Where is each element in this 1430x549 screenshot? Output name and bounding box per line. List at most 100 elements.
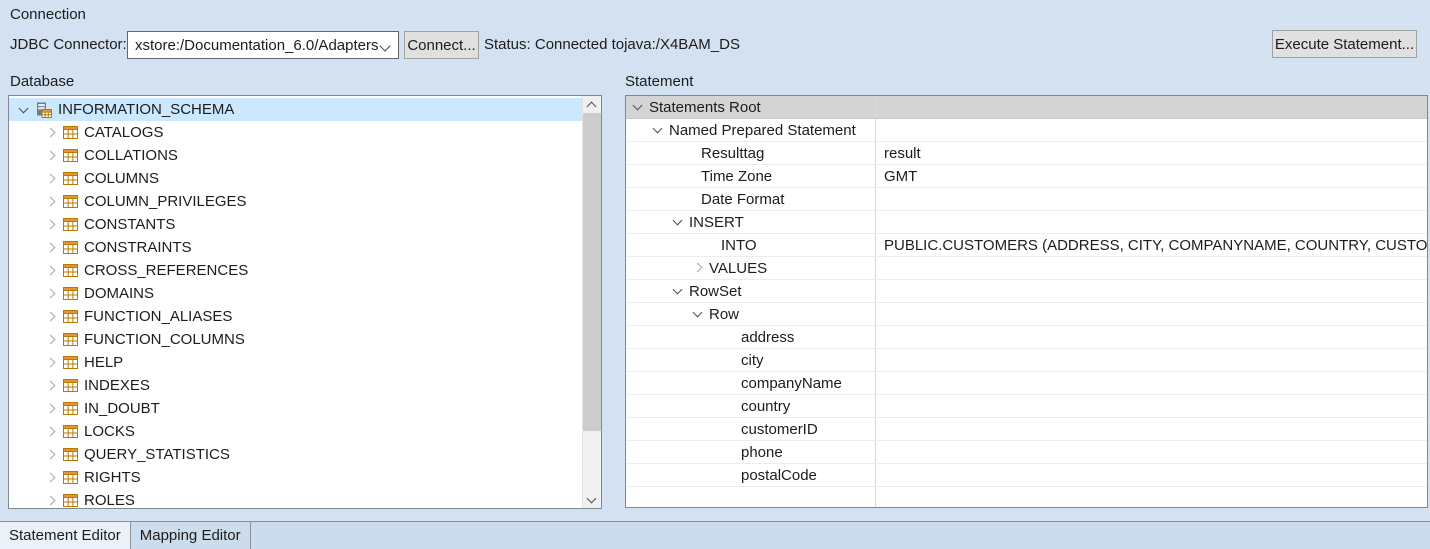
db-table-item[interactable]: INDEXES <box>9 374 583 397</box>
connect-button[interactable]: Connect... <box>404 31 479 59</box>
stmt-row-postalcode[interactable]: postalCode <box>626 464 1427 487</box>
stmt-row-country[interactable]: country <box>626 395 1427 418</box>
stmt-value[interactable] <box>876 372 1427 394</box>
chevron-right-icon[interactable] <box>44 149 58 163</box>
db-table-label: CATALOGS <box>84 124 163 141</box>
stmt-row-address[interactable]: address <box>626 326 1427 349</box>
chevron-right-icon[interactable] <box>44 241 58 255</box>
stmt-row-values[interactable]: VALUES <box>626 257 1427 280</box>
scrollbar-thumb[interactable] <box>583 113 601 431</box>
chevron-right-icon[interactable] <box>44 218 58 232</box>
db-table-item[interactable]: CATALOGS <box>9 121 583 144</box>
stmt-row-insert[interactable]: INSERT <box>626 211 1427 234</box>
chevron-right-icon[interactable] <box>44 195 58 209</box>
db-table-item[interactable]: COLUMN_PRIVILEGES <box>9 190 583 213</box>
scrollbar-down-icon[interactable] <box>583 491 601 508</box>
stmt-row-named-prepared-statement[interactable]: Named Prepared Statement <box>626 119 1427 142</box>
stmt-value[interactable] <box>876 303 1427 325</box>
db-table-item[interactable]: QUERY_STATISTICS <box>9 443 583 466</box>
db-table-item[interactable]: CONSTANTS <box>9 213 583 236</box>
stmt-value[interactable] <box>876 418 1427 440</box>
chevron-right-icon[interactable] <box>44 333 58 347</box>
db-table-label: FUNCTION_COLUMNS <box>84 331 245 348</box>
stmt-row-customerid[interactable]: customerID <box>626 418 1427 441</box>
db-table-label: CROSS_REFERENCES <box>84 262 248 279</box>
stmt-row-companyname[interactable]: companyName <box>626 372 1427 395</box>
chevron-down-icon[interactable] <box>631 100 645 114</box>
chevron-right-icon[interactable] <box>44 448 58 462</box>
stmt-label: Time Zone <box>701 168 772 185</box>
connection-status-text: Status: Connected tojava:/X4BAM_DS <box>484 31 740 59</box>
chevron-down-icon[interactable] <box>671 215 685 229</box>
stmt-value[interactable] <box>876 257 1427 279</box>
stmt-row-city[interactable]: city <box>626 349 1427 372</box>
chevron-right-icon[interactable] <box>691 261 705 275</box>
chevron-right-icon[interactable] <box>44 494 58 508</box>
table-icon <box>63 310 78 323</box>
stmt-label: VALUES <box>709 260 767 277</box>
stmt-value[interactable] <box>876 211 1427 233</box>
stmt-value[interactable] <box>876 441 1427 463</box>
chevron-right-icon[interactable] <box>44 471 58 485</box>
stmt-label: city <box>741 352 764 369</box>
chevron-down-icon[interactable] <box>651 123 665 137</box>
jdbc-connector-combo[interactable]: xstore:/Documentation_6.0/Adapters <box>127 31 399 59</box>
stmt-value[interactable] <box>876 280 1427 302</box>
chevron-right-icon[interactable] <box>44 172 58 186</box>
db-table-item[interactable]: CROSS_REFERENCES <box>9 259 583 282</box>
chevron-right-icon[interactable] <box>44 310 58 324</box>
stmt-value[interactable]: GMT <box>876 165 1427 187</box>
chevron-down-icon[interactable] <box>17 103 31 117</box>
db-table-item[interactable]: RIGHTS <box>9 466 583 489</box>
stmt-row-time-zone[interactable]: Time Zone GMT <box>626 165 1427 188</box>
stmt-value[interactable] <box>876 326 1427 348</box>
stmt-value[interactable] <box>876 395 1427 417</box>
stmt-row-date-format[interactable]: Date Format <box>626 188 1427 211</box>
vertical-scrollbar[interactable] <box>582 96 601 508</box>
database-panel-label: Database <box>10 73 74 90</box>
chevron-down-icon[interactable] <box>691 307 705 321</box>
stmt-value[interactable]: result <box>876 142 1427 164</box>
db-table-item[interactable]: DOMAINS <box>9 282 583 305</box>
db-table-item[interactable]: IN_DOUBT <box>9 397 583 420</box>
db-table-item[interactable]: HELP <box>9 351 583 374</box>
execute-statement-button[interactable]: Execute Statement... <box>1272 30 1417 58</box>
chevron-right-icon[interactable] <box>44 126 58 140</box>
chevron-right-icon[interactable] <box>44 264 58 278</box>
stmt-row-row[interactable]: Row <box>626 303 1427 326</box>
db-table-item[interactable]: CONSTRAINTS <box>9 236 583 259</box>
stmt-row-phone[interactable]: phone <box>626 441 1427 464</box>
stmt-row-statements-root[interactable]: Statements Root <box>626 96 1427 119</box>
table-icon <box>63 494 78 507</box>
stmt-value[interactable] <box>876 188 1427 210</box>
stmt-row-rowset[interactable]: RowSet <box>626 280 1427 303</box>
table-icon <box>63 471 78 484</box>
chevron-right-icon[interactable] <box>44 402 58 416</box>
chevron-right-icon[interactable] <box>44 356 58 370</box>
chevron-right-icon[interactable] <box>44 287 58 301</box>
db-schema-label: INFORMATION_SCHEMA <box>58 101 234 118</box>
scrollbar-up-icon[interactable] <box>583 96 601 113</box>
db-table-item[interactable]: COLUMNS <box>9 167 583 190</box>
db-table-label: CONSTANTS <box>84 216 175 233</box>
chevron-right-icon[interactable] <box>44 379 58 393</box>
table-icon <box>63 149 78 162</box>
db-table-item[interactable]: COLLATIONS <box>9 144 583 167</box>
chevron-right-icon[interactable] <box>44 425 58 439</box>
stmt-value[interactable] <box>876 96 1427 118</box>
db-table-item[interactable]: FUNCTION_COLUMNS <box>9 328 583 351</box>
db-schema-item[interactable]: INFORMATION_SCHEMA <box>9 98 583 121</box>
tab-mapping-editor[interactable]: Mapping Editor <box>131 522 251 549</box>
tab-statement-editor[interactable]: Statement Editor <box>0 522 131 549</box>
db-table-item[interactable]: FUNCTION_ALIASES <box>9 305 583 328</box>
stmt-value[interactable] <box>876 119 1427 141</box>
stmt-row-into[interactable]: INTO PUBLIC.CUSTOMERS (ADDRESS, CITY, CO… <box>626 234 1427 257</box>
db-table-item[interactable]: ROLES <box>9 489 583 509</box>
stmt-value[interactable] <box>876 464 1427 486</box>
stmt-value[interactable]: PUBLIC.CUSTOMERS (ADDRESS, CITY, COMPANY… <box>876 234 1427 256</box>
stmt-value[interactable] <box>876 349 1427 371</box>
stmt-row-resulttag[interactable]: Resulttag result <box>626 142 1427 165</box>
chevron-down-icon[interactable] <box>671 284 685 298</box>
db-table-item[interactable]: LOCKS <box>9 420 583 443</box>
db-table-label: COLUMNS <box>84 170 159 187</box>
